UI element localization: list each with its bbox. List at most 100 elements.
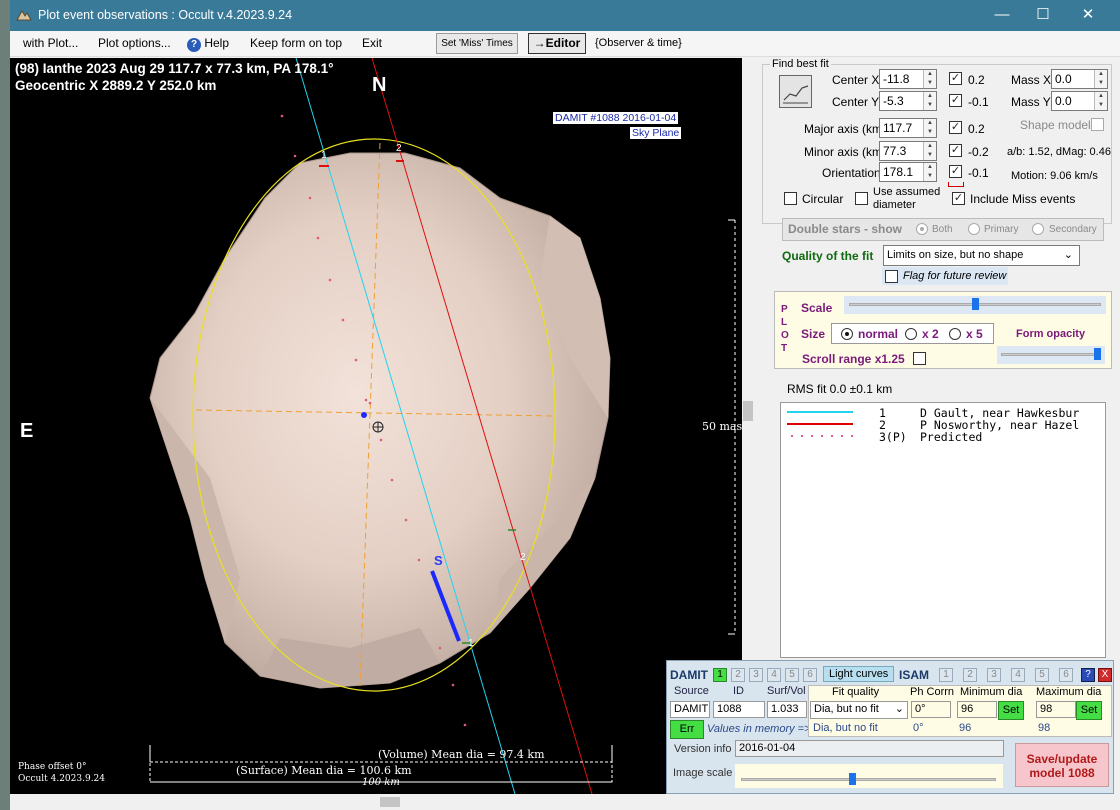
use-assumed-label-1: Use assumed xyxy=(873,186,941,198)
damit-tab-2[interactable]: 2 xyxy=(731,668,745,682)
chord-2-bottom-label: 2 xyxy=(520,552,526,563)
isam-tab-2[interactable]: 2 xyxy=(963,668,977,682)
form-opacity-slider-thumb[interactable] xyxy=(1094,348,1102,360)
hscroll-thumb[interactable] xyxy=(380,797,400,807)
min-dia-input[interactable]: 96 xyxy=(957,701,997,718)
size-normal-radio[interactable] xyxy=(841,328,853,340)
ab-dmag-label: a/b: 1.52, dMag: 0.46 xyxy=(1007,146,1111,158)
ph-corrn-input[interactable]: 0° xyxy=(911,701,951,718)
plot-horizontal-scrollbar[interactable] xyxy=(10,794,752,810)
primary-radio[interactable] xyxy=(968,223,980,235)
quality-label: Quality of the fit xyxy=(782,249,874,263)
east-label: E xyxy=(20,420,34,442)
circular-checkbox[interactable] xyxy=(784,192,797,205)
orientation-step: -0.1 xyxy=(968,166,989,180)
orientation-checkbox[interactable]: ✓ xyxy=(949,165,962,178)
isam-tab-4[interactable]: 4 xyxy=(1011,668,1025,682)
max-dia-input[interactable]: 98 xyxy=(1036,701,1076,718)
isam-tab-5[interactable]: 5 xyxy=(1035,668,1049,682)
use-assumed-checkbox[interactable] xyxy=(855,192,868,205)
motion-label: Motion: 9.06 km/s xyxy=(1011,170,1098,182)
center-y-checkbox[interactable]: ✓ xyxy=(949,94,962,107)
mass-x-label: Mass X xyxy=(1011,73,1052,87)
isam-tab-3[interactable]: 3 xyxy=(987,668,1001,682)
major-axis-step: 0.2 xyxy=(968,122,985,136)
id-header: ID xyxy=(733,685,744,697)
chevron-down-icon: ⌄ xyxy=(894,703,904,715)
major-axis-input[interactable]: 117.7 ▲ ▼ xyxy=(879,118,937,138)
observer-legend: 1D Gault, near Hawkesbur 2 P Nosworthy, ne… xyxy=(780,402,1106,658)
minor-axis-value: 77.3 xyxy=(883,144,907,158)
image-scale-slider-thumb[interactable] xyxy=(848,773,856,785)
maximize-button[interactable]: ☐ xyxy=(1023,4,1063,26)
form-opacity-label: Form opacity xyxy=(1016,328,1086,340)
min-dia-header: Minimum dia xyxy=(960,686,1023,698)
damit-tab-4[interactable]: 4 xyxy=(767,668,781,682)
center-y-input[interactable]: -5.3 ▲ ▼ xyxy=(879,91,937,111)
quality-select[interactable]: Limits on size, but no shape ⌄ xyxy=(883,245,1080,266)
min-dia-set-button[interactable]: Set xyxy=(998,701,1024,720)
both-radio[interactable] xyxy=(916,223,928,235)
damit-help-button[interactable]: ? xyxy=(1081,668,1095,682)
form-opacity-slider[interactable] xyxy=(997,346,1105,364)
menu-keep-on-top[interactable]: Keep form on top xyxy=(250,36,342,50)
id-value: 1088 xyxy=(713,701,765,718)
save-update-model-button[interactable]: Save/update model 1088 xyxy=(1015,743,1109,787)
damit-tab-3[interactable]: 3 xyxy=(749,668,763,682)
shape-model-label: Shape model xyxy=(1020,118,1091,132)
orientation-value: 178.1 xyxy=(883,165,914,179)
menu-help[interactable]: ? Help xyxy=(187,36,229,52)
minimize-button[interactable]: — xyxy=(982,4,1022,26)
major-axis-checkbox[interactable]: ✓ xyxy=(949,121,962,134)
editor-button[interactable]: →Editor xyxy=(528,33,586,54)
plot-letter-t: T xyxy=(781,343,788,354)
best-fit-button[interactable] xyxy=(779,75,812,108)
fit-quality-select[interactable]: Dia, but no fit ⌄ xyxy=(810,701,908,719)
err-button[interactable]: Err xyxy=(670,720,704,739)
center-x-input[interactable]: -11.8 ▲ ▼ xyxy=(879,69,937,89)
include-miss-checkbox[interactable]: ✓ xyxy=(952,192,965,205)
damit-close-button[interactable]: X xyxy=(1098,668,1112,682)
minor-axis-input[interactable]: 77.3 ▲ ▼ xyxy=(879,141,937,161)
menu-exit[interactable]: Exit xyxy=(362,36,382,50)
damit-tab-5[interactable]: 5 xyxy=(785,668,799,682)
isam-tab-6[interactable]: 6 xyxy=(1059,668,1073,682)
plot-area[interactable]: (98) Ianthe 2023 Aug 29 117.7 x 77.3 km,… xyxy=(10,58,752,794)
save-update-line1: Save/update xyxy=(1026,752,1098,766)
set-miss-times-button[interactable]: Set 'Miss' Times xyxy=(436,33,518,54)
chevron-down-icon: ⌄ xyxy=(1063,249,1073,261)
orientation-input[interactable]: 178.1 ▲ ▼ xyxy=(879,162,937,182)
chord-2-top-label: 2 xyxy=(396,143,402,154)
mass-x-value: 0.0 xyxy=(1055,72,1072,86)
use-assumed-label-2: diameter xyxy=(873,199,916,211)
flag-review-checkbox[interactable] xyxy=(885,270,898,283)
center-x-checkbox[interactable]: ✓ xyxy=(949,72,962,85)
close-button[interactable]: ✕ xyxy=(1068,4,1108,26)
values-in-memory-label: Values in memory => xyxy=(707,723,811,735)
size-x2-radio[interactable] xyxy=(905,328,917,340)
mass-y-input[interactable]: 0.0 ▲ ▼ xyxy=(1051,91,1108,111)
vscroll-thumb[interactable] xyxy=(743,401,753,421)
image-scale-slider[interactable] xyxy=(735,764,1003,788)
secondary-radio[interactable] xyxy=(1032,223,1044,235)
fit-quality-value: Dia, but no fit xyxy=(814,703,879,715)
scale-slider-thumb[interactable] xyxy=(971,298,979,310)
menu-plot-options[interactable]: Plot options... xyxy=(98,36,171,50)
damit-tab-1[interactable]: 1 xyxy=(713,668,727,682)
minor-axis-checkbox[interactable]: ✓ xyxy=(949,144,962,157)
scale-slider[interactable] xyxy=(844,296,1106,314)
primary-label: Primary xyxy=(984,224,1019,235)
light-curves-button[interactable]: Light curves xyxy=(823,666,895,682)
scroll-range-checkbox[interactable] xyxy=(913,352,926,365)
size-label: Size xyxy=(801,327,826,341)
menu-with-plot[interactable]: with Plot... xyxy=(23,36,78,50)
mass-x-input[interactable]: 0.0 ▲ ▼ xyxy=(1051,69,1108,89)
phase-offset-label: Phase offset 0° xyxy=(18,762,87,772)
damit-tab-6[interactable]: 6 xyxy=(803,668,817,682)
isam-tab-1[interactable]: 1 xyxy=(939,668,953,682)
menu-observer-time[interactable]: {Observer & time} xyxy=(595,37,682,49)
version-info-value: 2016-01-04 xyxy=(735,740,1004,757)
max-dia-set-button[interactable]: Set xyxy=(1076,701,1102,720)
shape-model-checkbox[interactable] xyxy=(1091,118,1104,131)
size-x5-radio[interactable] xyxy=(949,328,961,340)
